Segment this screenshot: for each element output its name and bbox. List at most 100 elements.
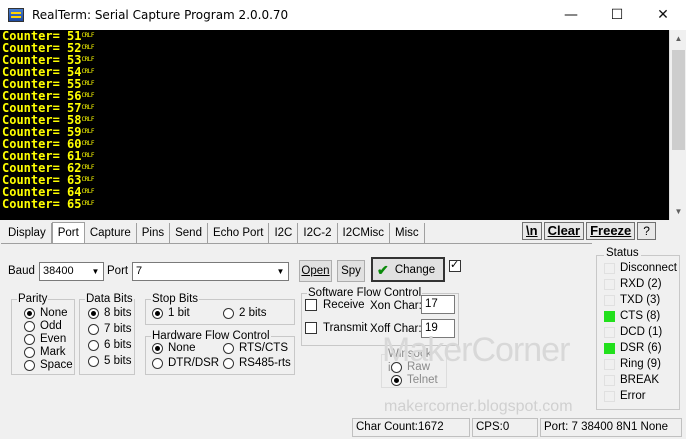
- parity-radio[interactable]: Even: [24, 333, 66, 345]
- tab-send[interactable]: Send: [170, 223, 208, 243]
- port-value: 7: [136, 265, 143, 277]
- clear-button[interactable]: Clear: [543, 222, 585, 240]
- data-bits-radio[interactable]: 6 bits: [88, 339, 132, 351]
- parity-radio[interactable]: Mark: [24, 346, 66, 358]
- terminal-scrollbar[interactable]: ▲ ▼: [669, 30, 686, 220]
- winsock-radio[interactable]: Telnet: [391, 374, 438, 386]
- terminal-line: Counter= 53CRLF: [2, 53, 94, 67]
- terminal-line: Counter= 60CRLF: [2, 137, 94, 151]
- hw-flow-radio[interactable]: RTS/CTS: [223, 342, 288, 354]
- status-led-icon: [604, 374, 615, 386]
- tab-i2c[interactable]: I2C: [269, 223, 299, 243]
- status-title: Status: [604, 247, 641, 259]
- crlf-marker: CRLF: [81, 140, 94, 147]
- winsock-label: Telnet: [407, 374, 438, 386]
- tab-i2c-2[interactable]: I2C-2: [298, 223, 338, 243]
- close-button[interactable]: ✕: [640, 0, 686, 30]
- parity-radio[interactable]: None: [24, 307, 68, 319]
- receive-box: [305, 299, 317, 311]
- open-button[interactable]: Open: [299, 260, 332, 282]
- status-row: Ring (9): [604, 358, 661, 370]
- tab-pins[interactable]: Pins: [137, 223, 171, 243]
- parity-label: Even: [40, 333, 67, 345]
- xon-label: Xon Char:: [370, 300, 422, 312]
- minimize-button[interactable]: —: [548, 0, 594, 30]
- radio-dot: [223, 307, 234, 319]
- hw-flow-radio[interactable]: RS485-rts: [223, 357, 291, 369]
- stop-bits-radio[interactable]: 2 bits: [223, 307, 267, 319]
- status-bar: Char Count:1672 CPS:0 Port: 7 38400 8N1 …: [0, 418, 686, 439]
- spy-button[interactable]: Spy: [337, 260, 365, 282]
- crlf-marker: CRLF: [81, 32, 94, 39]
- terminal-line: Counter= 54CRLF: [2, 65, 94, 79]
- data-bits-radio[interactable]: 5 bits: [88, 355, 132, 367]
- radio-dot: [223, 342, 234, 354]
- transmit-box: [305, 322, 317, 334]
- crlf-marker: CRLF: [81, 200, 94, 207]
- parity-title: Parity: [17, 292, 49, 306]
- data-bits-label: 6 bits: [104, 339, 132, 351]
- radio-dot: [24, 320, 35, 332]
- status-row[interactable]: Disconnect: [604, 262, 677, 274]
- status-row: CTS (8): [604, 310, 660, 322]
- status-row[interactable]: BREAK: [604, 374, 659, 386]
- status-row: DCD (1): [604, 326, 662, 338]
- stop-bits-radio[interactable]: 1 bit: [152, 307, 190, 319]
- crlf-marker: CRLF: [81, 44, 94, 51]
- freeze-button[interactable]: Freeze: [586, 222, 636, 240]
- tab-port[interactable]: Port: [51, 222, 85, 244]
- status-row: RXD (2): [604, 278, 662, 290]
- status-spacer: [0, 418, 350, 437]
- hardware-flow-title: Hardware Flow Control: [151, 329, 271, 343]
- status-led-icon: [604, 342, 615, 354]
- change-button[interactable]: ✔ Change: [371, 257, 445, 282]
- radio-dot: [391, 374, 402, 386]
- data-bits-radio[interactable]: 7 bits: [88, 323, 132, 335]
- terminal-output[interactable]: Counter= 51CRLF Counter= 52CRLF Counter= 5…: [0, 30, 669, 220]
- parity-radio[interactable]: Odd: [24, 320, 62, 332]
- port-label: Port: [107, 265, 129, 277]
- scroll-thumb[interactable]: [672, 50, 685, 150]
- tab-echo-port[interactable]: Echo Port: [208, 223, 270, 243]
- newline-button[interactable]: \n: [522, 222, 542, 240]
- maximize-button[interactable]: ☐: [594, 0, 640, 30]
- chevron-down-icon: ▼: [273, 263, 288, 280]
- status-row: DSR (6): [604, 342, 662, 354]
- hw-flow-radio[interactable]: DTR/DSR: [152, 357, 219, 369]
- chevron-down-icon: ▼: [88, 263, 103, 280]
- parity-label: Mark: [40, 346, 66, 358]
- baud-select[interactable]: 38400 ▼: [39, 262, 104, 281]
- transmit-checkbox[interactable]: Transmit: [305, 322, 367, 334]
- change-checkbox[interactable]: [449, 258, 461, 272]
- scroll-down-icon[interactable]: ▼: [670, 203, 686, 220]
- tab-strip: Display Port Capture Pins Send Echo Port I2C I2…: [3, 222, 425, 244]
- radio-dot: [152, 342, 163, 354]
- terminal-line: Counter= 57CRLF: [2, 101, 94, 115]
- tab-i2cmisc[interactable]: I2CMisc: [338, 223, 391, 243]
- status-led-icon: [604, 262, 615, 274]
- parity-radio[interactable]: Space: [24, 359, 73, 371]
- baud-value: 38400: [43, 265, 74, 277]
- status-label: DSR (6): [620, 342, 662, 354]
- scroll-up-icon[interactable]: ▲: [670, 30, 686, 47]
- transmit-label: Transmit: [323, 322, 368, 334]
- help-button[interactable]: ?: [637, 222, 656, 240]
- crlf-marker: CRLF: [81, 80, 94, 87]
- data-bits-label: 7 bits: [104, 323, 132, 335]
- hw-flow-radio[interactable]: None: [152, 342, 196, 354]
- tab-display[interactable]: Display: [3, 223, 52, 243]
- xon-input[interactable]: 17: [421, 295, 455, 314]
- status-label: TXD (3): [620, 294, 661, 306]
- stop-bits-label: 2 bits: [239, 307, 267, 319]
- stop-bits-title: Stop Bits: [151, 292, 200, 306]
- port-select[interactable]: 7 ▼: [132, 262, 289, 281]
- tab-misc[interactable]: Misc: [390, 223, 425, 243]
- data-bits-radio[interactable]: 8 bits: [88, 307, 132, 319]
- window-title: RealTerm: Serial Capture Program 2.0.0.7…: [32, 8, 289, 22]
- status-label: RXD (2): [620, 278, 662, 290]
- parity-label: None: [40, 307, 68, 319]
- tab-capture[interactable]: Capture: [85, 223, 137, 243]
- radio-dot: [88, 307, 99, 319]
- terminal-line: Counter= 61CRLF: [2, 149, 94, 163]
- receive-checkbox[interactable]: Receive: [305, 299, 365, 311]
